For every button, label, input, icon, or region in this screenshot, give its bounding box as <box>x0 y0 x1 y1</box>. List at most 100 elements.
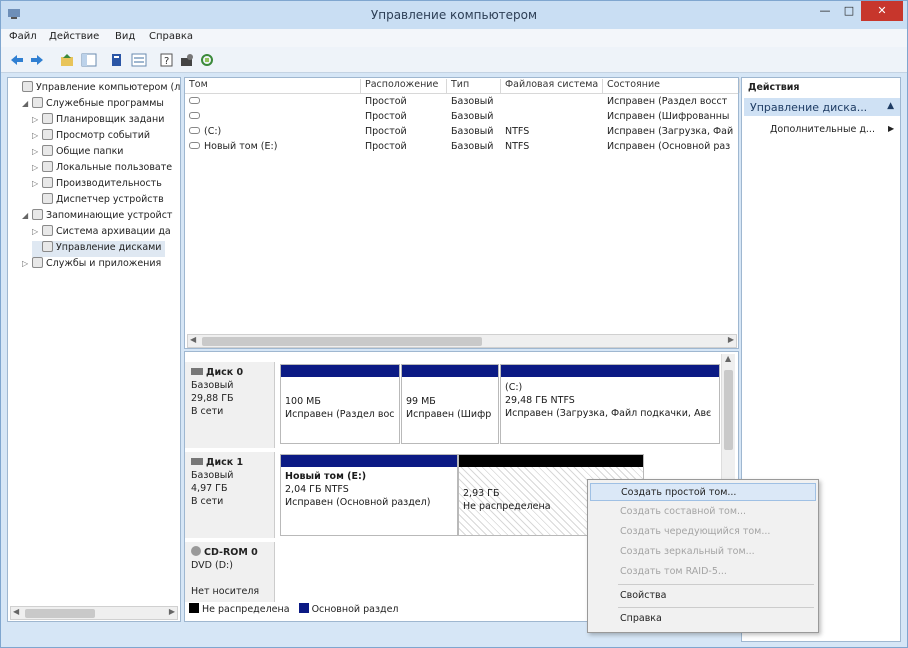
minimize-button[interactable]: — <box>813 1 837 21</box>
tree-item-label: Службы и приложения <box>46 258 162 269</box>
close-button[interactable]: ✕ <box>861 1 903 21</box>
export-icon[interactable] <box>131 52 147 68</box>
cdrom-0-info[interactable]: CD-ROM 0 DVD (D:) Нет носителя <box>185 542 275 602</box>
ctx-help[interactable]: Справка <box>590 610 816 628</box>
scroll-up-icon[interactable]: ▲ <box>725 354 731 363</box>
disk-name: CD-ROM 0 <box>204 547 258 558</box>
collapse-icon[interactable]: ▲ <box>887 101 894 111</box>
collapsed-arrow-icon[interactable]: ▷ <box>32 179 42 188</box>
scroll-right-icon[interactable]: ▶ <box>169 607 175 616</box>
properties-icon[interactable] <box>109 52 125 68</box>
tree-item-label: Управление компьютером (л <box>36 82 181 93</box>
event-viewer-icon <box>42 129 53 140</box>
tree-item[interactable]: Управление компьютером (л <box>12 81 180 97</box>
scroll-thumb[interactable] <box>25 609 95 618</box>
cell-layout: Простой <box>365 126 407 137</box>
column-volume[interactable]: Том <box>185 79 361 93</box>
ctx-create-raid5-volume[interactable]: Создать том RAID-5... <box>590 563 816 581</box>
collapsed-arrow-icon[interactable]: ▷ <box>32 147 42 156</box>
legend-swatch-primary <box>298 603 309 613</box>
users-icon <box>42 161 53 172</box>
ctx-create-spanned-volume[interactable]: Создать составной том... <box>590 503 816 521</box>
tree-item[interactable]: ◢ Запоминающие устройст <box>22 209 172 225</box>
menu-file[interactable]: Файл <box>9 31 37 42</box>
back-arrow-icon[interactable] <box>9 52 25 68</box>
settings-icon[interactable] <box>179 52 195 68</box>
column-type[interactable]: Тип <box>447 79 501 93</box>
disk-status: Нет носителя <box>191 586 260 597</box>
services-icon <box>32 257 43 268</box>
disk-size: 29,88 ГБ <box>191 393 234 404</box>
partition-size: 2,04 ГБ NTFS <box>285 484 349 495</box>
scroll-right-icon[interactable]: ▶ <box>728 335 734 344</box>
tree-horizontal-scrollbar[interactable]: ◀ ▶ <box>10 606 178 620</box>
partition-efi[interactable]: 99 МБ Исправен (Шифр <box>401 364 499 444</box>
volume-icon <box>189 127 200 134</box>
tree-item-label: Просмотр событий <box>56 130 151 141</box>
collapsed-arrow-icon[interactable]: ▷ <box>32 131 42 140</box>
scroll-thumb[interactable] <box>202 337 482 346</box>
partition-bar <box>501 365 719 377</box>
scroll-left-icon[interactable]: ◀ <box>190 335 196 344</box>
expanded-arrow-icon[interactable]: ◢ <box>22 99 32 108</box>
partition-e[interactable]: Новый том (E:) 2,04 ГБ NTFS Исправен (Ос… <box>280 454 458 536</box>
cell-status: Исправен (Шифрованны <box>607 111 730 122</box>
cell-filesystem: NTFS <box>505 141 530 152</box>
table-row[interactable]: Простой Базовый Исправен (Раздел восст <box>185 96 738 111</box>
tree-item[interactable]: Управление дисками <box>32 241 166 257</box>
refresh-icon[interactable] <box>199 52 215 68</box>
tree-item[interactable]: ▷ Локальные пользовате <box>32 161 172 177</box>
cell-status: Исправен (Основной раз <box>607 141 731 152</box>
table-row[interactable]: (C:) Простой Базовый NTFS Исправен (Загрузка… <box>185 126 738 141</box>
column-status[interactable]: Состояние <box>603 79 740 93</box>
tree-item[interactable]: ▷ Система архивации да <box>32 225 171 241</box>
volume-table-header: Том Расположение Тип Файловая система Со… <box>185 78 740 94</box>
actions-more[interactable]: Дополнительные д... ▶ <box>770 124 894 135</box>
tree-item[interactable]: ◢ Служебные программы <box>22 97 164 113</box>
collapsed-arrow-icon[interactable]: ▷ <box>22 259 32 268</box>
up-folder-icon[interactable] <box>59 52 75 68</box>
show-hide-tree-icon[interactable] <box>81 52 97 68</box>
cell-type: Базовый <box>451 111 494 122</box>
collapsed-arrow-icon[interactable]: ▷ <box>32 227 42 236</box>
tools-icon <box>32 97 43 108</box>
collapsed-arrow-icon[interactable]: ▷ <box>32 163 42 172</box>
ctx-create-simple-volume[interactable]: Создать простой том... <box>590 483 816 501</box>
column-filesystem[interactable]: Файловая система <box>501 79 603 93</box>
tree-item[interactable]: ▷ Службы и приложения <box>22 257 161 273</box>
tree-item[interactable]: ▷ Производительность <box>32 177 162 193</box>
maximize-button[interactable]: □ <box>837 1 861 21</box>
tree-item[interactable]: ▷ Общие папки <box>32 145 123 161</box>
ctx-create-striped-volume[interactable]: Создать чередующийся том... <box>590 523 816 541</box>
partition-recovery[interactable]: 100 МБ Исправен (Раздел вос <box>280 364 400 444</box>
actions-section-disk-management[interactable]: Управление диска... ▲ <box>744 98 900 116</box>
expanded-arrow-icon[interactable]: ◢ <box>22 211 32 220</box>
cell-status: Исправен (Загрузка, Фай <box>607 126 734 137</box>
menu-action[interactable]: Действие <box>49 31 99 42</box>
scroll-left-icon[interactable]: ◀ <box>13 607 19 616</box>
tree-item[interactable]: ▷ Планировщик задани <box>32 113 164 129</box>
help-icon[interactable]: ? <box>159 52 175 68</box>
title-bar[interactable]: Управление компьютером — □ ✕ <box>1 1 907 29</box>
ctx-properties[interactable]: Свойства <box>590 587 816 605</box>
forward-arrow-icon[interactable] <box>29 52 45 68</box>
menu-view[interactable]: Вид <box>115 31 135 42</box>
tree-item[interactable]: ▷ Просмотр событий <box>32 129 150 145</box>
collapsed-arrow-icon[interactable]: ▷ <box>32 115 42 124</box>
table-row[interactable]: Новый том (E:) Простой Базовый NTFS Исправен… <box>185 141 738 156</box>
column-layout[interactable]: Расположение <box>361 79 447 93</box>
disk-1-info[interactable]: Диск 1 Базовый 4,97 ГБ В сети <box>185 452 275 538</box>
volume-icon <box>189 112 200 119</box>
volume-horizontal-scrollbar[interactable]: ◀ ▶ <box>187 334 737 348</box>
partition-bar <box>281 455 457 467</box>
cell-status: Исправен (Раздел восст <box>607 96 728 107</box>
tree-item-label: Общие папки <box>56 146 124 157</box>
scroll-thumb[interactable] <box>724 370 733 450</box>
disk-0-info[interactable]: Диск 0 Базовый 29,88 ГБ В сети <box>185 362 275 448</box>
tree-item[interactable]: Диспетчер устройств <box>32 193 164 209</box>
cell-type: Базовый <box>451 141 494 152</box>
menu-help[interactable]: Справка <box>149 31 193 42</box>
table-row[interactable]: Простой Базовый Исправен (Шифрованны <box>185 111 738 126</box>
partition-c[interactable]: (C:) 29,48 ГБ NTFS Исправен (Загрузка, Ф… <box>500 364 720 444</box>
ctx-create-mirrored-volume[interactable]: Создать зеркальный том... <box>590 543 816 561</box>
